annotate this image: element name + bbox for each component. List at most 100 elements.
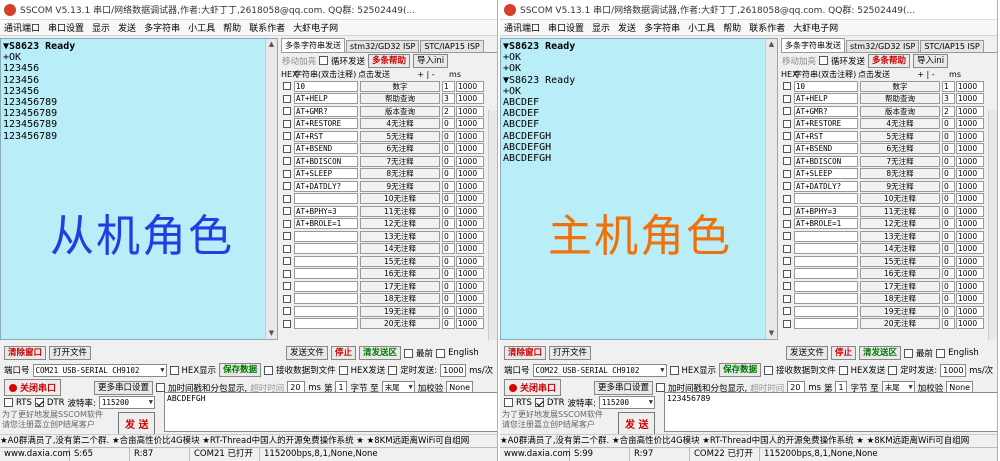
string-input[interactable]	[794, 280, 858, 292]
order-input[interactable]: 1	[942, 80, 955, 92]
string-input[interactable]	[294, 305, 358, 317]
string-input[interactable]: 10	[794, 80, 858, 92]
click-send-button[interactable]: 18无注释	[360, 293, 440, 305]
menu-item[interactable]: 显示	[88, 21, 114, 34]
order-input[interactable]: 0	[942, 193, 955, 205]
receive-scrollbar[interactable]: ▲ ▼	[765, 39, 777, 339]
delay-input[interactable]: 1000	[456, 80, 484, 92]
string-input[interactable]	[294, 255, 358, 267]
row-hex-checkbox[interactable]	[283, 319, 291, 328]
status-site[interactable]: www.daxia.com	[500, 448, 571, 461]
delay-input[interactable]: 1000	[456, 230, 484, 242]
string-input[interactable]: AT+RST	[294, 130, 358, 142]
row-hex-checkbox[interactable]	[783, 257, 791, 266]
row-hex-checkbox[interactable]	[283, 307, 291, 316]
order-input[interactable]: 0	[942, 118, 955, 130]
click-send-button[interactable]: 19无注释	[860, 305, 940, 317]
delay-input[interactable]: 1000	[956, 155, 984, 167]
string-input[interactable]	[294, 280, 358, 292]
order-input[interactable]: 1	[442, 80, 455, 92]
order-input[interactable]: 0	[442, 205, 455, 217]
order-input[interactable]: 0	[442, 293, 455, 305]
save-data-button[interactable]: 保存数据	[219, 363, 262, 377]
rts-checkbox[interactable]	[504, 398, 513, 407]
row-hex-checkbox[interactable]	[783, 207, 791, 216]
click-send-button[interactable]: 版本查询	[860, 105, 940, 117]
row-hex-checkbox[interactable]	[783, 182, 791, 191]
menu-item[interactable]: 发送	[614, 21, 640, 34]
timed-interval-input[interactable]: 1000	[940, 363, 967, 377]
row-hex-checkbox[interactable]	[783, 232, 791, 241]
ad-ticker[interactable]: ★A0群满员了,没有第二个群. ★合亩高性价比4G模块 ★RT-Thread中国…	[0, 434, 497, 447]
order-input[interactable]: 0	[942, 255, 955, 267]
click-send-button[interactable]: 15无注释	[360, 255, 440, 267]
row-hex-checkbox[interactable]	[283, 132, 291, 141]
open-file-button[interactable]: 打开文件	[549, 346, 592, 360]
click-send-button[interactable]: 帮助查询	[860, 93, 940, 105]
delay-input[interactable]: 1000	[956, 118, 984, 130]
close-port-button[interactable]: 关闭串口	[4, 379, 62, 396]
string-input[interactable]	[794, 268, 858, 280]
ad-ticker[interactable]: ★A0群满员了,没有第二个群. ★合亩高性价比4G模块 ★RT-Thread中国…	[500, 434, 997, 447]
more-settings-button[interactable]: 更多串口设置	[594, 380, 654, 395]
order-input[interactable]: 0	[942, 180, 955, 192]
menu-item[interactable]: 显示	[588, 21, 614, 34]
click-send-button[interactable]: 17无注释	[360, 280, 440, 292]
timed-send-checkbox[interactable]	[888, 365, 898, 375]
string-input[interactable]: AT+BPHY=3	[794, 205, 858, 217]
click-send-button[interactable]: 12无注释	[860, 218, 940, 230]
string-input[interactable]	[794, 305, 858, 317]
order-input[interactable]: 0	[942, 318, 955, 330]
delay-input[interactable]: 1000	[456, 118, 484, 130]
string-input[interactable]	[794, 193, 858, 205]
string-input[interactable]	[294, 293, 358, 305]
string-input[interactable]: AT+BSEND	[794, 143, 858, 155]
click-send-button[interactable]: 4无注释	[860, 118, 940, 130]
receive-area[interactable]: ▼S8623 Ready +OK 123456 123456 123456 1234567…	[0, 38, 278, 340]
string-input[interactable]	[794, 230, 858, 242]
click-send-button[interactable]: 17无注释	[860, 280, 940, 292]
clear-window-button[interactable]: 清除窗口	[504, 346, 547, 360]
menu-item[interactable]: 小工具	[684, 21, 719, 34]
order-input[interactable]: 0	[942, 205, 955, 217]
click-send-button[interactable]: 15无注释	[860, 255, 940, 267]
click-send-button[interactable]: 12无注释	[360, 218, 440, 230]
rts-checkbox[interactable]	[4, 398, 13, 407]
menu-item[interactable]: 串口设置	[544, 21, 588, 34]
delay-input[interactable]: 1000	[956, 255, 984, 267]
row-hex-checkbox[interactable]	[283, 182, 291, 191]
delay-input[interactable]: 1000	[456, 205, 484, 217]
row-hex-checkbox[interactable]	[783, 119, 791, 128]
order-input[interactable]: 0	[442, 255, 455, 267]
delay-input[interactable]: 1000	[456, 168, 484, 180]
string-input[interactable]: AT+HELP	[294, 93, 358, 105]
click-send-button[interactable]: 4无注释	[360, 118, 440, 130]
stop-button[interactable]: 停止	[831, 346, 857, 360]
scroll-up-icon[interactable]: ▲	[266, 39, 277, 50]
delay-input[interactable]: 1000	[456, 155, 484, 167]
scroll-up-icon[interactable]: ▲	[766, 39, 777, 50]
tab-multi-string[interactable]: 多条字符串发送	[281, 38, 345, 52]
move-highlight-label[interactable]: 移动加亮	[782, 55, 816, 67]
delay-input[interactable]: 1000	[956, 305, 984, 317]
send-button[interactable]: 发 送	[618, 412, 656, 435]
receive-area[interactable]: ▼S8623 Ready +OK +OK ▼S8623 Ready +OK ABCDEF A…	[500, 38, 778, 340]
loop-send-checkbox[interactable]	[819, 56, 829, 65]
send-file-button[interactable]: 发送文件	[786, 346, 829, 360]
delay-input[interactable]: 1000	[456, 218, 484, 230]
send-file-button[interactable]: 发送文件	[286, 346, 329, 360]
loop-send-checkbox[interactable]	[319, 56, 329, 65]
order-input[interactable]: 0	[442, 180, 455, 192]
delay-input[interactable]: 1000	[456, 243, 484, 255]
import-ini-button[interactable]: 导入ini	[413, 53, 449, 68]
order-input[interactable]: 3	[942, 93, 955, 105]
header-plus-minus[interactable]: + | -	[416, 70, 436, 79]
string-input[interactable]	[294, 268, 358, 280]
click-send-button[interactable]: 20无注释	[860, 318, 940, 330]
delay-input[interactable]: 1000	[956, 143, 984, 155]
row-hex-checkbox[interactable]	[283, 157, 291, 166]
scroll-down-icon[interactable]: ▼	[766, 328, 777, 339]
row-hex-checkbox[interactable]	[283, 207, 291, 216]
click-send-button[interactable]: 数字	[360, 80, 440, 92]
click-send-button[interactable]: 8无注释	[360, 168, 440, 180]
